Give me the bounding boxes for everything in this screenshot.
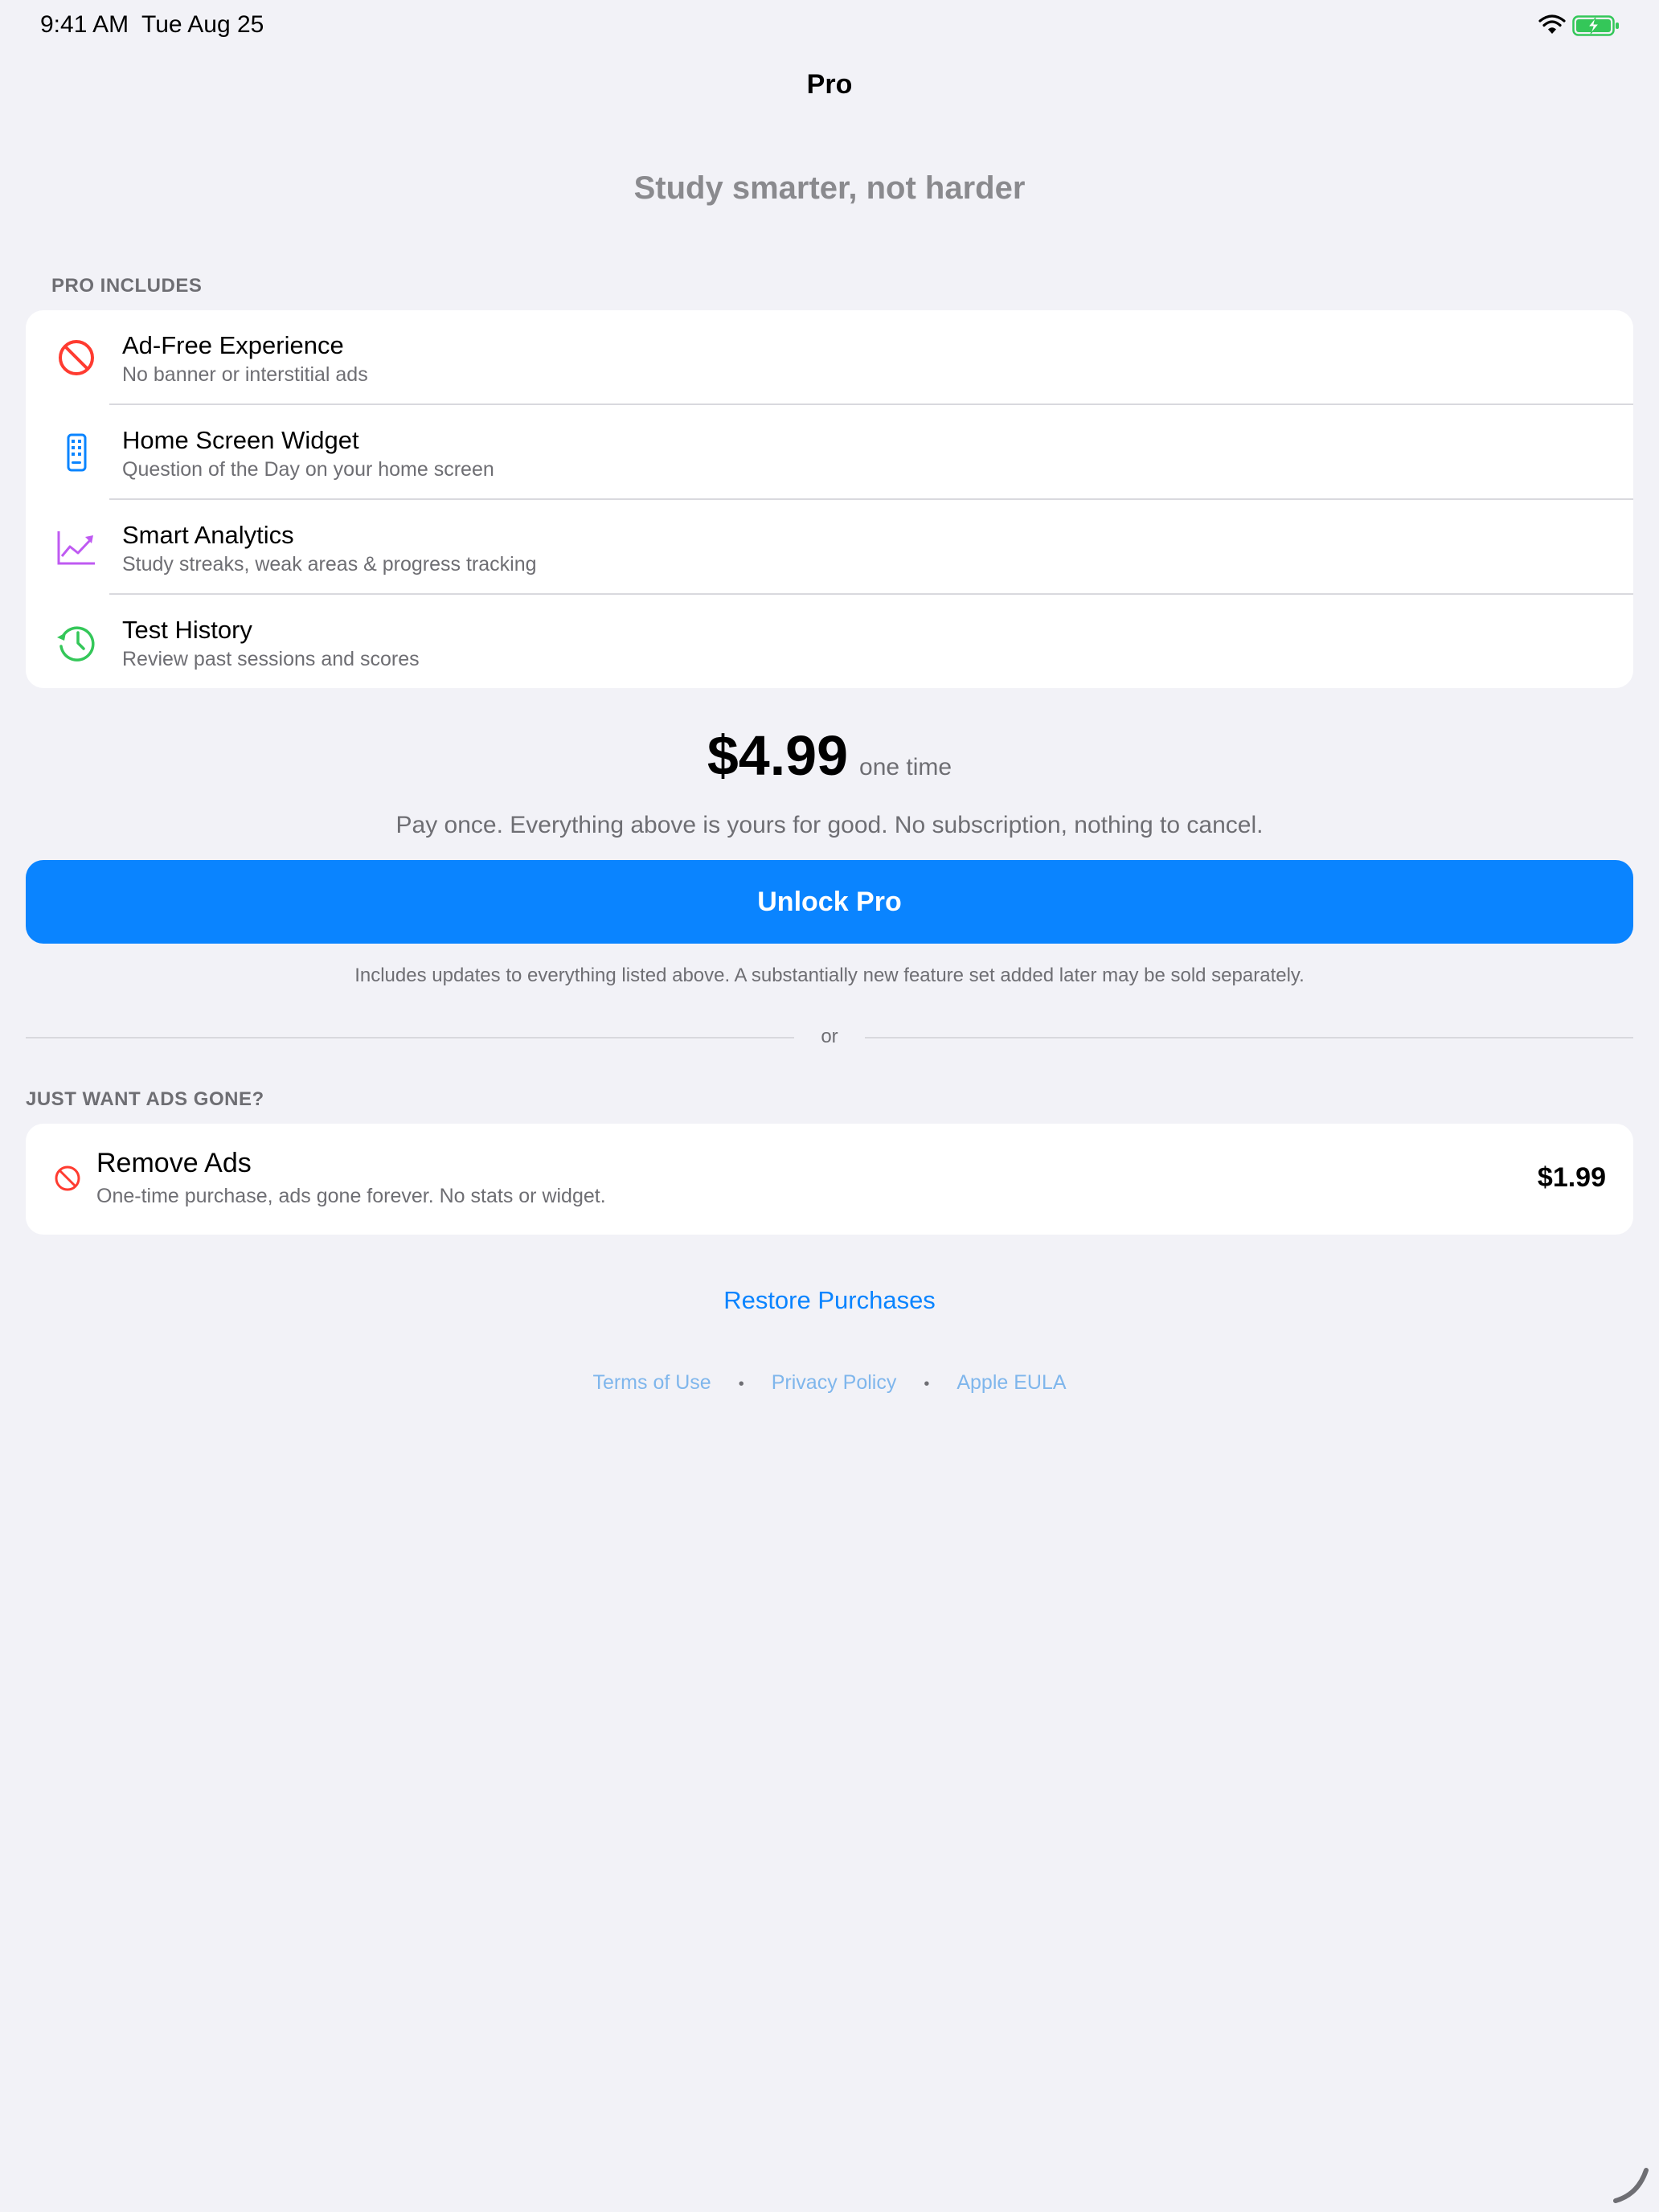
- pro-paywall-screen: 9:41 AM Tue Aug 25 Pro Study smarter, no…: [0, 0, 1659, 2212]
- widget-phone-icon: [67, 433, 87, 472]
- corner-grabber-icon: [1613, 2168, 1649, 2203]
- feature-title: Home Screen Widget: [122, 426, 359, 454]
- analytics-chart-icon: [57, 531, 95, 565]
- history-clock-icon: [57, 626, 95, 662]
- terms-of-use-link[interactable]: Terms of Use: [592, 1371, 711, 1395]
- feature-subtitle: Question of the Day on your home screen: [122, 458, 494, 481]
- remove-ads-header: JUST WANT ADS GONE?: [26, 1088, 264, 1110]
- feature-title: Ad-Free Experience: [122, 331, 344, 359]
- no-ads-icon: [55, 1165, 80, 1191]
- divider-line-right: [865, 1037, 1633, 1038]
- pay-once-note: Pay once. Everything above is yours for …: [395, 812, 1264, 838]
- no-ads-icon: [59, 340, 94, 375]
- status-date: Tue Aug 25: [141, 11, 264, 38]
- wifi-icon: [1538, 14, 1566, 34]
- pro-includes-header: PRO INCLUDES: [51, 275, 203, 297]
- pro-features-card: Ad-Free Experience No banner or intersti…: [26, 310, 1633, 688]
- restore-purchases-link[interactable]: Restore Purchases: [0, 1286, 1659, 1315]
- remove-ads-subtitle: One-time purchase, ads gone forever. No …: [96, 1185, 606, 1207]
- feature-title: Test History: [122, 616, 252, 644]
- status-bar: 9:41 AM Tue Aug 25: [0, 0, 1659, 51]
- remove-ads-price: $1.99: [1537, 1162, 1606, 1193]
- legal-links: Terms of Use • Privacy Policy • Apple EULA: [0, 1371, 1659, 1395]
- remove-ads-title: Remove Ads: [96, 1148, 252, 1178]
- nav-title: Pro: [806, 69, 853, 100]
- unlock-pro-button[interactable]: Unlock Pro: [26, 860, 1633, 944]
- feature-row-history: Test History Review past sessions and sc…: [26, 595, 1633, 690]
- feature-row-widget: Home Screen Widget Question of the Day o…: [26, 405, 1633, 500]
- price-unit: one time: [859, 754, 952, 780]
- feature-row-ad-free: Ad-Free Experience No banner or intersti…: [26, 310, 1633, 405]
- status-time: 9:41 AM: [40, 11, 129, 38]
- feature-row-analytics: Smart Analytics Study streaks, weak area…: [26, 500, 1633, 595]
- pro-price: $4.99: [707, 724, 849, 787]
- feature-subtitle: No banner or interstitial ads: [122, 363, 368, 386]
- updates-note: Includes updates to everything listed ab…: [354, 965, 1305, 986]
- battery-charging-icon: [1572, 15, 1619, 36]
- remove-ads-card[interactable]: Remove Ads One-time purchase, ads gone f…: [26, 1124, 1633, 1235]
- legal-separator: •: [924, 1375, 930, 1393]
- feature-subtitle: Review past sessions and scores: [122, 648, 420, 670]
- privacy-policy-link[interactable]: Privacy Policy: [772, 1371, 897, 1395]
- price-line: $4.99 one time: [0, 723, 1659, 788]
- legal-separator: •: [738, 1375, 744, 1393]
- tagline: Study smarter, not harder: [633, 170, 1026, 206]
- feature-title: Smart Analytics: [122, 521, 294, 549]
- apple-eula-link[interactable]: Apple EULA: [956, 1371, 1066, 1395]
- feature-subtitle: Study streaks, weak areas & progress tra…: [122, 553, 537, 576]
